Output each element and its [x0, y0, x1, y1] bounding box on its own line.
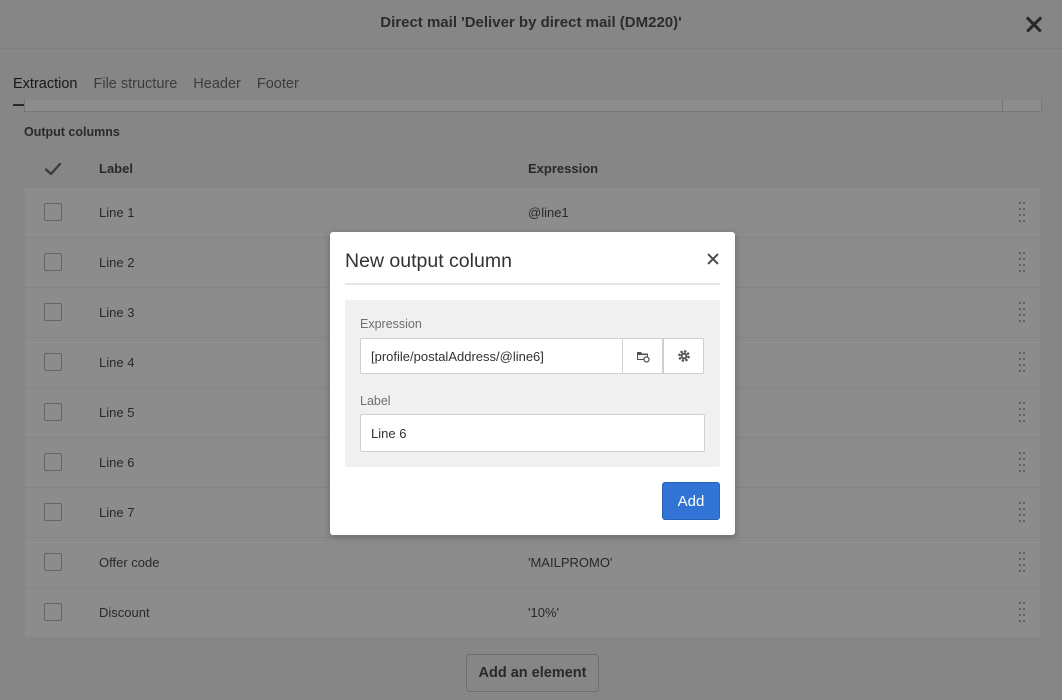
gear-icon: [678, 350, 690, 362]
new-output-column-dialog: New output column Expression Label Add: [330, 232, 735, 535]
dialog-title: New output column: [345, 250, 512, 272]
dialog-divider: [345, 283, 720, 285]
folder-tree-icon: [637, 352, 650, 363]
expression-field-label: Expression: [360, 317, 422, 331]
expression-browse-button[interactable]: [622, 338, 663, 374]
add-button[interactable]: Add: [662, 482, 720, 520]
expression-input[interactable]: [360, 338, 622, 374]
expression-editor-button[interactable]: [663, 338, 704, 374]
dialog-form-panel: Expression Label: [345, 300, 720, 467]
close-dialog-icon[interactable]: [705, 251, 721, 267]
label-input[interactable]: [360, 414, 705, 452]
label-field-label: Label: [360, 394, 391, 408]
